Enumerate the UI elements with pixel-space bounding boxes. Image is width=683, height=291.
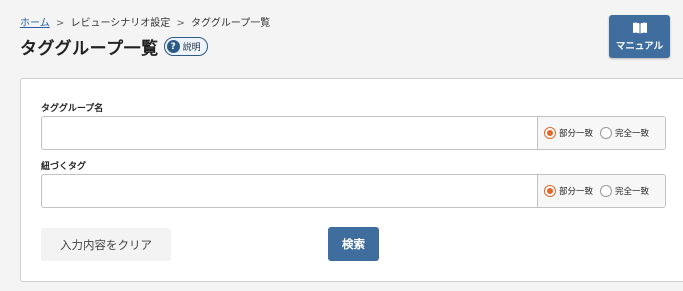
tag-group-name-label: タググループ名: [41, 104, 104, 114]
exact-match-label: 完全一致: [615, 129, 650, 139]
radio-unselected-icon[interactable]: [600, 127, 613, 139]
linked-tag-input[interactable]: [42, 175, 537, 207]
help-button[interactable]: ? 説明: [163, 37, 208, 56]
partial-match-label: 部分一致: [559, 187, 594, 197]
partial-match-option[interactable]: 部分一致: [544, 185, 593, 197]
tag-group-name-field: 部分一致 完全一致: [41, 116, 666, 150]
book-icon: [632, 22, 647, 33]
breadcrumb-item-current: タググループ一覧: [191, 18, 271, 29]
linked-tag-field: 部分一致 完全一致: [41, 174, 666, 208]
tag-group-name-match-options: 部分一致 完全一致: [537, 117, 665, 149]
partial-match-label: 部分一致: [559, 129, 594, 139]
radio-selected-icon[interactable]: [544, 185, 556, 197]
radio-selected-icon[interactable]: [544, 127, 556, 139]
search-button[interactable]: 検索: [328, 227, 379, 261]
breadcrumb-separator: >: [55, 18, 65, 29]
radio-unselected-icon[interactable]: [600, 185, 613, 197]
partial-match-option[interactable]: 部分一致: [544, 127, 593, 139]
manual-button-label: マニュアル: [615, 40, 664, 52]
manual-button[interactable]: マニュアル: [609, 15, 670, 58]
question-icon: ?: [166, 40, 180, 53]
clear-input-button[interactable]: 入力内容をクリア: [41, 228, 171, 261]
exact-match-label: 完全一致: [615, 187, 650, 197]
breadcrumb: ホーム > レビューシナリオ設定 > タググループ一覧: [20, 14, 270, 29]
title-row: タググループ一覧 ? 説明: [20, 34, 208, 59]
breadcrumb-separator: >: [176, 18, 185, 29]
tag-group-name-input[interactable]: [42, 117, 537, 149]
exact-match-option[interactable]: 完全一致: [600, 185, 649, 197]
exact-match-option[interactable]: 完全一致: [600, 127, 649, 139]
search-panel: タググループ名 部分一致 完全一致 紐づくタグ 部分一致 完全一致 入力内容をク…: [20, 78, 683, 282]
linked-tag-match-options: 部分一致 完全一致: [537, 175, 665, 207]
help-label: 説明: [182, 43, 201, 53]
page: ホーム > レビューシナリオ設定 > タググループ一覧 タググループ一覧 ? 説…: [0, 0, 683, 291]
page-title: タググループ一覧: [20, 39, 159, 59]
linked-tag-label: 紐づくタグ: [41, 162, 87, 172]
breadcrumb-home-link[interactable]: ホーム: [20, 18, 50, 29]
breadcrumb-item-scenario-settings: レビューシナリオ設定: [70, 18, 171, 29]
